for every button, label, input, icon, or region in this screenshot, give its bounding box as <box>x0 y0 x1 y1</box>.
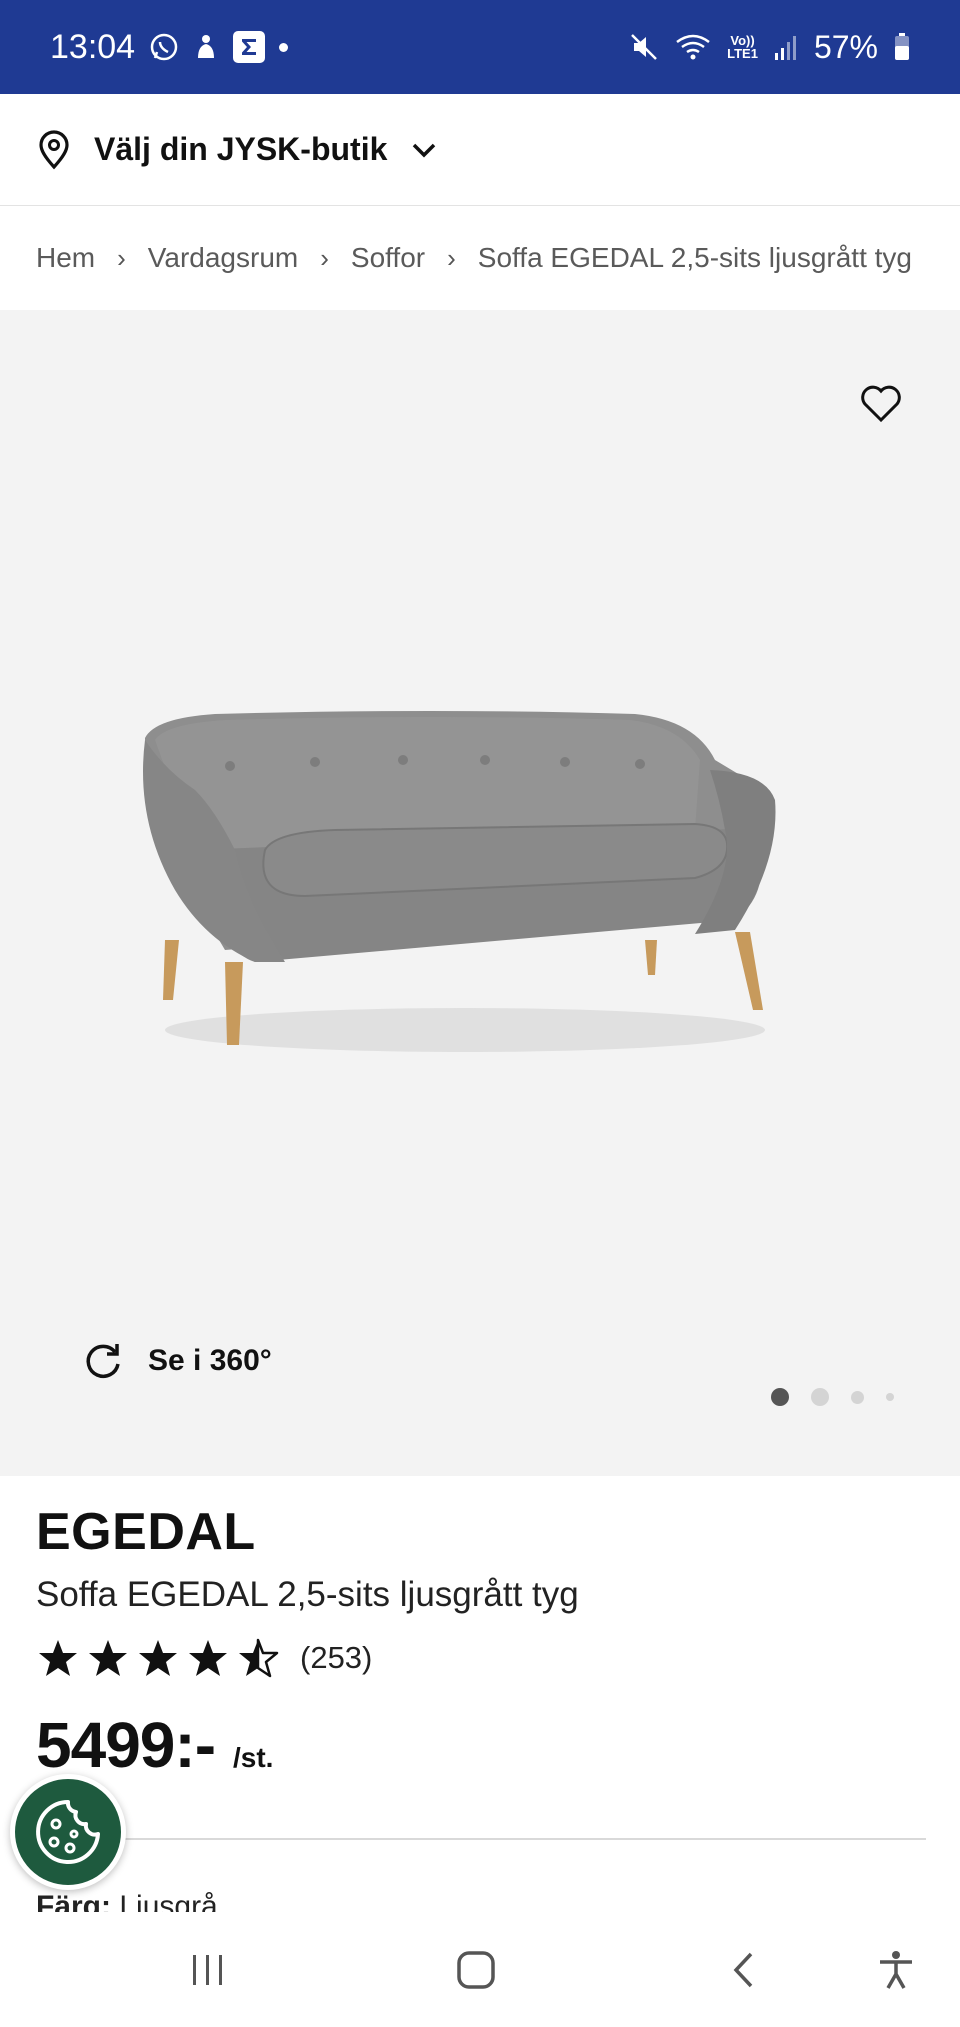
gallery-dot[interactable] <box>886 1393 894 1401</box>
battery-icon <box>894 33 910 61</box>
recent-apps-icon <box>193 1955 222 1985</box>
breadcrumb-separator: › <box>117 242 126 273</box>
price-row: 5499:- /st. <box>36 1708 273 1782</box>
view-360-button[interactable]: Se i 360° <box>82 1340 272 1382</box>
volte-lte-icon: Vo)) LTE1 <box>727 34 758 60</box>
sigma-app-icon <box>233 31 266 63</box>
breadcrumb-item-vardagsrum[interactable]: Vardagsrum <box>148 242 298 274</box>
back-icon <box>733 1952 753 1988</box>
breadcrumb-item-home[interactable]: Hem <box>36 242 95 274</box>
battery-percent: 57% <box>813 28 878 65</box>
sofa-leg <box>645 940 657 975</box>
breadcrumb-separator: › <box>447 242 456 273</box>
cookie-icon <box>36 1800 100 1864</box>
status-bar-left: 13:04 <box>50 27 289 67</box>
favorite-button[interactable] <box>858 380 904 426</box>
star-full-icon <box>189 1640 227 1676</box>
home-icon <box>457 1951 495 1989</box>
star-full-icon <box>39 1640 77 1676</box>
network-label: LTE1 <box>727 46 758 61</box>
price-unit: /st. <box>233 1742 274 1773</box>
review-count: (253) <box>300 1640 373 1675</box>
accessibility-icon <box>880 1951 912 1989</box>
status-bar: 13:04 Vo)) LTE1 57% <box>0 0 960 94</box>
mute-icon <box>629 32 659 62</box>
location-pin-icon <box>36 129 72 170</box>
back-button[interactable] <box>714 1940 774 2000</box>
signal-icon <box>774 33 798 61</box>
star-half-icon <box>239 1638 279 1678</box>
accessibility-button[interactable] <box>866 1940 926 2000</box>
whatsapp-icon <box>149 32 179 62</box>
status-time: 13:04 <box>50 27 136 66</box>
store-selector-label: Välj din JYSK-butik <box>94 131 388 167</box>
breadcrumb: Hem › Vardagsrum › Soffor › Soffa EGEDAL… <box>0 207 960 309</box>
breadcrumb-item-soffor[interactable]: Soffor <box>351 242 425 274</box>
more-notifications-dot <box>279 42 289 52</box>
wifi-icon <box>675 32 711 62</box>
divider <box>36 1838 926 1840</box>
heart-icon <box>861 385 901 423</box>
home-button[interactable] <box>446 1940 506 2000</box>
star-full-icon <box>89 1640 127 1676</box>
breadcrumb-separator: › <box>320 242 329 273</box>
product-name: Soffa EGEDAL 2,5-sits ljusgrått tyg <box>36 1575 579 1614</box>
notification-icon <box>193 32 219 62</box>
status-bar-right: Vo)) LTE1 57% <box>629 0 910 94</box>
product-rating[interactable]: (253) <box>36 1638 372 1678</box>
view-360-label: Se i 360° <box>148 1344 272 1377</box>
gallery-pagination <box>771 1388 894 1406</box>
gallery-dot-active[interactable] <box>771 1388 789 1406</box>
product-image-sofa[interactable] <box>135 700 825 1080</box>
breadcrumb-item-current: Soffa EGEDAL 2,5-sits ljusgrått tyg <box>477 242 912 273</box>
product-brand: EGEDAL <box>36 1503 256 1561</box>
sofa-leg <box>163 940 179 1000</box>
gallery-dot[interactable] <box>811 1388 829 1406</box>
star-full-icon <box>139 1640 177 1676</box>
cookie-settings-button[interactable] <box>10 1774 126 1890</box>
gallery-dot[interactable] <box>851 1390 864 1404</box>
chevron-down-icon <box>409 140 439 160</box>
product-gallery[interactable]: Se i 360° <box>0 310 960 1476</box>
store-selector[interactable]: Välj din JYSK-butik <box>0 94 960 206</box>
sofa-leg <box>735 932 763 1010</box>
system-navigation-bar <box>0 1912 960 2027</box>
product-price: 5499:- <box>36 1709 216 1781</box>
recent-apps-button[interactable] <box>178 1940 238 2000</box>
rotate-icon <box>86 1344 120 1379</box>
